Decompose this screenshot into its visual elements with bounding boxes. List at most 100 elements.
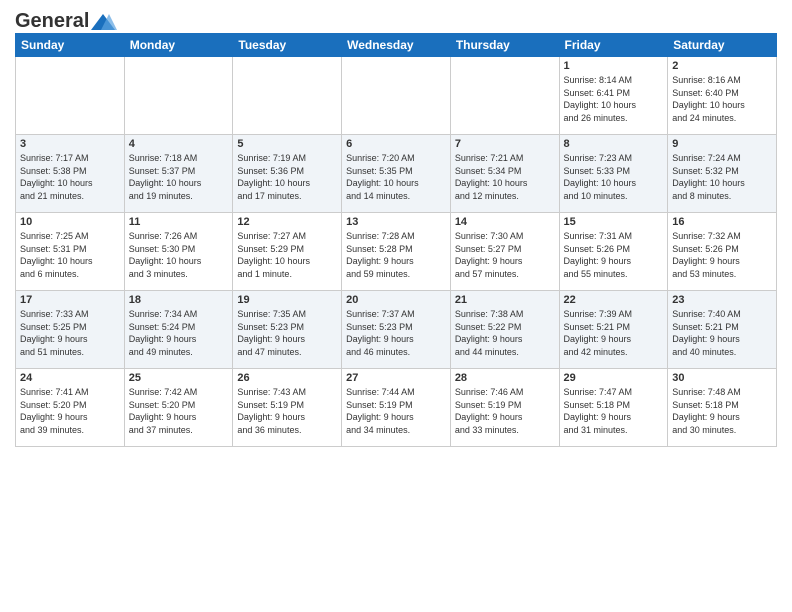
- day-number: 1: [564, 60, 664, 72]
- calendar-cell: [342, 57, 451, 135]
- day-info: Sunrise: 7:34 AM Sunset: 5:24 PM Dayligh…: [129, 308, 229, 358]
- logo-general: General: [15, 10, 89, 33]
- day-number: 16: [672, 216, 772, 228]
- calendar-cell: [124, 57, 233, 135]
- day-info: Sunrise: 7:20 AM Sunset: 5:35 PM Dayligh…: [346, 152, 446, 202]
- weekday-header: Wednesday: [342, 34, 451, 57]
- day-number: 18: [129, 294, 229, 306]
- day-number: 19: [237, 294, 337, 306]
- calendar-cell: [233, 57, 342, 135]
- day-number: 10: [20, 216, 120, 228]
- day-number: 6: [346, 138, 446, 150]
- day-number: 13: [346, 216, 446, 228]
- calendar-cell: 29 Sunrise: 7:47 AM Sunset: 5:18 PM Dayli…: [559, 369, 668, 447]
- day-info: Sunrise: 7:47 AM Sunset: 5:18 PM Dayligh…: [564, 386, 664, 436]
- day-info: Sunrise: 7:38 AM Sunset: 5:22 PM Dayligh…: [455, 308, 555, 358]
- day-info: Sunrise: 7:23 AM Sunset: 5:33 PM Dayligh…: [564, 152, 664, 202]
- weekday-header: Sunday: [16, 34, 125, 57]
- day-number: 22: [564, 294, 664, 306]
- calendar-cell: 17 Sunrise: 7:33 AM Sunset: 5:25 PM Dayli…: [16, 291, 125, 369]
- calendar-cell: 3Sunrise: 7:17 AM Sunset: 5:38 PM Daylig…: [16, 135, 125, 213]
- page-container: General SundayMondayTuesdayWednesdayThur…: [0, 0, 792, 452]
- weekday-header: Monday: [124, 34, 233, 57]
- day-number: 30: [672, 372, 772, 384]
- calendar-cell: 21 Sunrise: 7:38 AM Sunset: 5:22 PM Dayli…: [450, 291, 559, 369]
- calendar-cell: [450, 57, 559, 135]
- calendar-cell: 12 Sunrise: 7:27 AM Sunset: 5:29 PM Dayli…: [233, 213, 342, 291]
- calendar-cell: 7 Sunrise: 7:21 AM Sunset: 5:34 PM Daylig…: [450, 135, 559, 213]
- day-info: Sunrise: 7:37 AM Sunset: 5:23 PM Dayligh…: [346, 308, 446, 358]
- calendar-cell: 14 Sunrise: 7:30 AM Sunset: 5:27 PM Dayli…: [450, 213, 559, 291]
- weekday-header: Thursday: [450, 34, 559, 57]
- day-info: Sunrise: 7:24 AM Sunset: 5:32 PM Dayligh…: [672, 152, 772, 202]
- day-number: 9: [672, 138, 772, 150]
- day-info: Sunrise: 7:25 AM Sunset: 5:31 PM Dayligh…: [20, 230, 120, 280]
- header: General: [15, 10, 777, 29]
- day-info: Sunrise: 7:19 AM Sunset: 5:36 PM Dayligh…: [237, 152, 337, 202]
- calendar-cell: 6 Sunrise: 7:20 AM Sunset: 5:35 PM Daylig…: [342, 135, 451, 213]
- calendar-cell: 13 Sunrise: 7:28 AM Sunset: 5:28 PM Dayli…: [342, 213, 451, 291]
- day-number: 11: [129, 216, 229, 228]
- day-info: Sunrise: 7:43 AM Sunset: 5:19 PM Dayligh…: [237, 386, 337, 436]
- day-number: 26: [237, 372, 337, 384]
- calendar-cell: 1 Sunrise: 8:14 AM Sunset: 6:41 PM Daylig…: [559, 57, 668, 135]
- day-number: 24: [20, 372, 120, 384]
- day-info: Sunrise: 7:21 AM Sunset: 5:34 PM Dayligh…: [455, 152, 555, 202]
- day-info: Sunrise: 7:35 AM Sunset: 5:23 PM Dayligh…: [237, 308, 337, 358]
- day-number: 4: [129, 138, 229, 150]
- day-number: 7: [455, 138, 555, 150]
- calendar-cell: 30 Sunrise: 7:48 AM Sunset: 5:18 PM Dayli…: [668, 369, 777, 447]
- logo: General: [15, 10, 117, 29]
- day-info: Sunrise: 7:33 AM Sunset: 5:25 PM Dayligh…: [20, 308, 120, 358]
- calendar-cell: 9 Sunrise: 7:24 AM Sunset: 5:32 PM Daylig…: [668, 135, 777, 213]
- calendar-cell: 19 Sunrise: 7:35 AM Sunset: 5:23 PM Dayli…: [233, 291, 342, 369]
- day-number: 5: [237, 138, 337, 150]
- calendar-cell: 4Sunrise: 7:18 AM Sunset: 5:37 PM Daylig…: [124, 135, 233, 213]
- day-number: 8: [564, 138, 664, 150]
- day-info: Sunrise: 7:40 AM Sunset: 5:21 PM Dayligh…: [672, 308, 772, 358]
- day-number: 14: [455, 216, 555, 228]
- calendar-cell: 15 Sunrise: 7:31 AM Sunset: 5:26 PM Dayli…: [559, 213, 668, 291]
- day-info: Sunrise: 7:39 AM Sunset: 5:21 PM Dayligh…: [564, 308, 664, 358]
- day-info: Sunrise: 8:16 AM Sunset: 6:40 PM Dayligh…: [672, 74, 772, 124]
- logo-icon: [89, 12, 117, 32]
- calendar-cell: 24 Sunrise: 7:41 AM Sunset: 5:20 PM Dayli…: [16, 369, 125, 447]
- weekday-header: Saturday: [668, 34, 777, 57]
- day-info: Sunrise: 7:27 AM Sunset: 5:29 PM Dayligh…: [237, 230, 337, 280]
- day-info: Sunrise: 7:41 AM Sunset: 5:20 PM Dayligh…: [20, 386, 120, 436]
- day-info: Sunrise: 7:31 AM Sunset: 5:26 PM Dayligh…: [564, 230, 664, 280]
- day-number: 17: [20, 294, 120, 306]
- calendar-cell: 5 Sunrise: 7:19 AM Sunset: 5:36 PM Daylig…: [233, 135, 342, 213]
- calendar-table: SundayMondayTuesdayWednesdayThursdayFrid…: [15, 33, 777, 447]
- calendar-cell: 10 Sunrise: 7:25 AM Sunset: 5:31 PM Dayli…: [16, 213, 125, 291]
- calendar-cell: 18 Sunrise: 7:34 AM Sunset: 5:24 PM Dayli…: [124, 291, 233, 369]
- day-info: Sunrise: 7:42 AM Sunset: 5:20 PM Dayligh…: [129, 386, 229, 436]
- day-number: 28: [455, 372, 555, 384]
- day-info: Sunrise: 7:30 AM Sunset: 5:27 PM Dayligh…: [455, 230, 555, 280]
- day-info: Sunrise: 7:44 AM Sunset: 5:19 PM Dayligh…: [346, 386, 446, 436]
- calendar-cell: 25 Sunrise: 7:42 AM Sunset: 5:20 PM Dayli…: [124, 369, 233, 447]
- calendar-cell: 16Sunrise: 7:32 AM Sunset: 5:26 PM Dayli…: [668, 213, 777, 291]
- day-number: 15: [564, 216, 664, 228]
- calendar-cell: 23 Sunrise: 7:40 AM Sunset: 5:21 PM Dayli…: [668, 291, 777, 369]
- day-number: 2: [672, 60, 772, 72]
- calendar-cell: 22 Sunrise: 7:39 AM Sunset: 5:21 PM Dayli…: [559, 291, 668, 369]
- calendar-cell: 2 Sunrise: 8:16 AM Sunset: 6:40 PM Daylig…: [668, 57, 777, 135]
- calendar-cell: 20 Sunrise: 7:37 AM Sunset: 5:23 PM Dayli…: [342, 291, 451, 369]
- day-number: 29: [564, 372, 664, 384]
- day-number: 25: [129, 372, 229, 384]
- day-info: Sunrise: 7:48 AM Sunset: 5:18 PM Dayligh…: [672, 386, 772, 436]
- day-info: Sunrise: 7:46 AM Sunset: 5:19 PM Dayligh…: [455, 386, 555, 436]
- day-number: 20: [346, 294, 446, 306]
- day-number: 12: [237, 216, 337, 228]
- day-info: Sunrise: 8:14 AM Sunset: 6:41 PM Dayligh…: [564, 74, 664, 124]
- day-number: 3: [20, 138, 120, 150]
- calendar-cell: 27 Sunrise: 7:44 AM Sunset: 5:19 PM Dayli…: [342, 369, 451, 447]
- day-number: 23: [672, 294, 772, 306]
- calendar-cell: [16, 57, 125, 135]
- day-number: 21: [455, 294, 555, 306]
- calendar-cell: 26 Sunrise: 7:43 AM Sunset: 5:19 PM Dayli…: [233, 369, 342, 447]
- day-info: Sunrise: 7:28 AM Sunset: 5:28 PM Dayligh…: [346, 230, 446, 280]
- day-number: 27: [346, 372, 446, 384]
- weekday-header: Friday: [559, 34, 668, 57]
